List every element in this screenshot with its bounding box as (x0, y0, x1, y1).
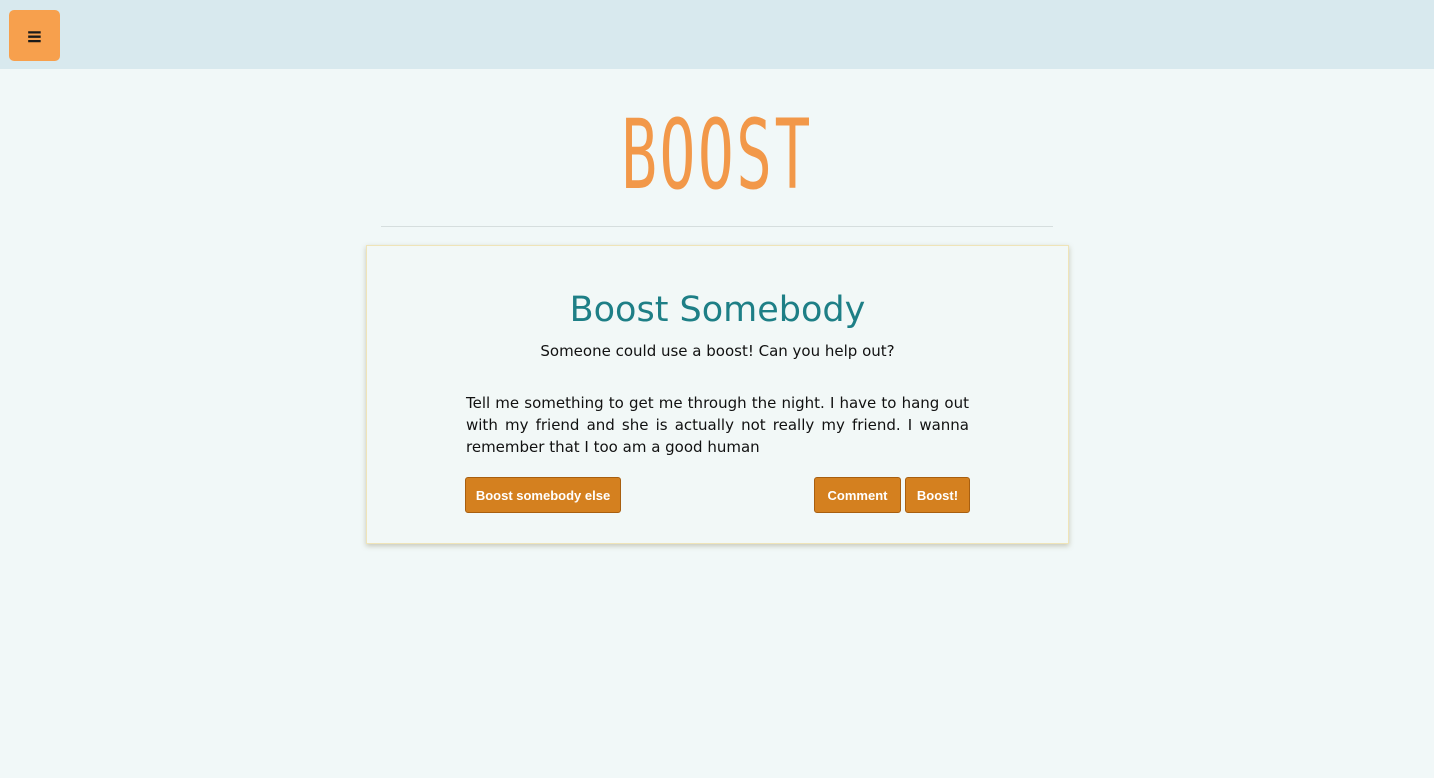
boost-somebody-else-button[interactable]: Boost somebody else (465, 477, 621, 513)
card-subtitle: Someone could use a boost! Can you help … (540, 342, 895, 360)
divider (381, 226, 1053, 227)
boost-card: Boost Somebody Someone could use a boost… (366, 245, 1069, 544)
boost-button[interactable]: Boost! (905, 477, 970, 513)
menu-button[interactable]: ≡ (9, 10, 60, 61)
card-title: Boost Somebody (569, 290, 866, 330)
comment-button[interactable]: Comment (814, 477, 901, 513)
top-bar: ≡ (0, 0, 1434, 69)
site-logo: BOOST (621, 99, 813, 211)
hamburger-icon: ≡ (26, 23, 43, 48)
boost-request-message: Tell me something to get me through the … (466, 394, 969, 456)
